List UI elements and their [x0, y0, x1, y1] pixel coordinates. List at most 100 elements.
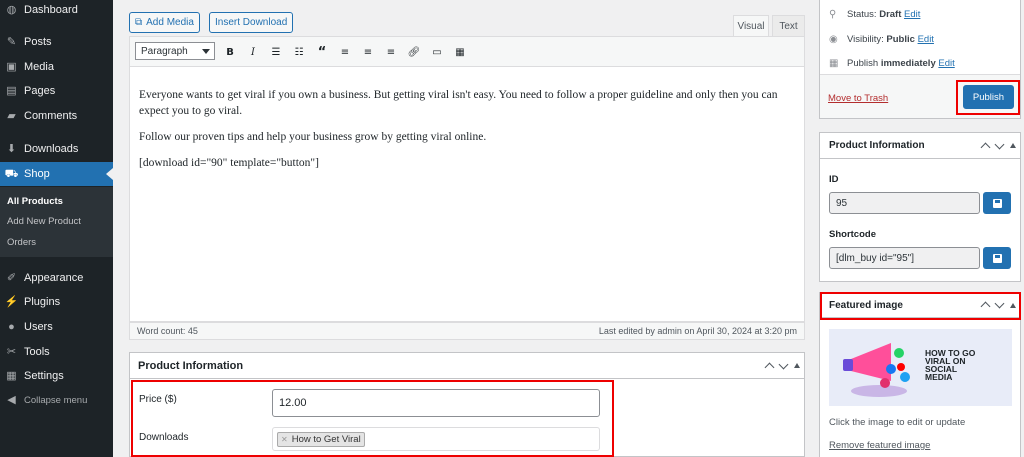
highlight-box — [956, 80, 1020, 115]
bullet-list-icon[interactable]: ☰ — [268, 44, 284, 60]
sidebar-item-users[interactable]: ● Users — [0, 315, 113, 339]
media-icon: ⧉ — [135, 17, 143, 28]
align-left-icon[interactable]: ≡ — [337, 44, 353, 60]
sidebar-item-tools[interactable]: ✂ Tools — [0, 340, 113, 364]
format-select-value: Paragraph — [141, 45, 188, 57]
numbered-list-icon[interactable]: ☷ — [291, 44, 307, 60]
shortcode-field[interactable]: [dlm_buy id="95"] — [829, 247, 980, 269]
media-icon: ▣ — [6, 60, 17, 73]
bold-icon[interactable]: B — [222, 44, 238, 60]
sidebar-item-label: Shop — [24, 168, 50, 180]
eye-icon: ◉ — [829, 34, 838, 45]
status-row: ⚲ Status: Draft Edit — [829, 9, 920, 20]
id-label: ID — [829, 174, 839, 185]
read-more-icon[interactable]: ▭ — [429, 44, 445, 60]
sidebar-item-plugins[interactable]: ⚡ Plugins — [0, 290, 113, 314]
copy-id-button[interactable] — [983, 192, 1011, 214]
status-label: Status: — [847, 9, 877, 20]
visibility-row: ◉ Visibility: Public Edit — [829, 34, 934, 45]
brush-icon: ✐ — [6, 271, 17, 284]
sidebar-item-label: Tools — [24, 346, 50, 358]
align-center-icon[interactable]: ≡ — [360, 44, 376, 60]
featured-image-caption: Click the image to edit or update — [829, 417, 966, 428]
schedule-label: Publish — [847, 58, 879, 69]
editor-statusbar: Word count: 45 Last edited by admin on A… — [129, 322, 805, 340]
sidebar-item-appearance[interactable]: ✐ Appearance — [0, 266, 113, 290]
content-paragraph: Everyone wants to get viral if you own a… — [139, 89, 778, 117]
highlight-box — [131, 380, 614, 457]
collapse-icon: ◀ — [7, 393, 16, 406]
pages-icon: ▤ — [6, 84, 17, 97]
visibility-edit-link[interactable]: Edit — [918, 34, 934, 45]
sidebar-item-label: Plugins — [24, 296, 61, 308]
tab-visual[interactable]: Visual — [733, 15, 769, 36]
calendar-icon: ▦ — [829, 58, 839, 69]
visibility-label: Visibility: — [847, 34, 884, 45]
plugin-icon: ⚡ — [4, 295, 19, 308]
sidebar-item-downloads[interactable]: ⬇ Downloads — [0, 137, 113, 161]
collapse-label: Collapse menu — [24, 394, 88, 406]
status-value: Draft — [879, 9, 902, 20]
settings-icon: ▦ — [6, 369, 17, 382]
box-title: Product Information — [829, 140, 925, 151]
side-product-information-header: Product Information — [820, 133, 1020, 159]
shop-submenu: All Products Add New Product Orders — [0, 187, 113, 257]
dashboard-icon: ◍ — [6, 3, 17, 16]
submenu-all-products[interactable]: All Products — [7, 196, 63, 207]
download-icon: ⬇ — [6, 142, 17, 155]
collapse-menu-button[interactable]: ◀ Collapse menu — [0, 388, 113, 412]
align-right-icon[interactable]: ≡ — [383, 44, 399, 60]
add-media-button[interactable]: ⧉ Add Media — [129, 12, 200, 33]
content-shortcode: [download id="90" template="button"] — [139, 157, 319, 169]
remove-featured-image-link[interactable]: Remove featured image — [829, 440, 930, 451]
sidebar-item-label: Posts — [24, 36, 52, 48]
sidebar-item-comments[interactable]: ▰ Comments — [0, 104, 113, 128]
editor-content[interactable]: Everyone wants to get viral if you own a… — [129, 66, 805, 322]
submenu-add-new-product[interactable]: Add New Product — [7, 216, 81, 227]
tab-text[interactable]: Text — [772, 15, 805, 36]
blockquote-icon[interactable]: “ — [314, 44, 330, 60]
toggle-panel-icon[interactable] — [1010, 143, 1016, 148]
copy-shortcode-button[interactable] — [983, 247, 1011, 269]
sidebar-item-label: Dashboard — [24, 4, 78, 16]
sidebar-item-dashboard[interactable]: ◍ Dashboard — [0, 0, 113, 22]
last-edited: Last edited by admin on April 30, 2024 a… — [598, 326, 797, 336]
schedule-value: immediately — [880, 58, 936, 69]
featured-image-title: HOW TO GO VIRAL ON SOCIAL MEDIA — [925, 348, 976, 382]
highlight-box — [820, 292, 1021, 320]
featured-image-thumbnail[interactable]: HOW TO GO VIRAL ON SOCIAL MEDIA — [829, 329, 1012, 406]
schedule-row: ▦ Publish immediately Edit — [829, 58, 955, 69]
id-field[interactable]: 95 — [829, 192, 980, 214]
insert-download-button[interactable]: Insert Download — [209, 12, 294, 33]
toolbar-toggle-icon[interactable]: ▦ — [452, 44, 468, 60]
toggle-panel-icon[interactable] — [794, 363, 800, 368]
chevron-up-icon[interactable] — [764, 362, 775, 372]
status-edit-link[interactable]: Edit — [904, 9, 920, 20]
shortcode-label: Shortcode — [829, 229, 876, 240]
cart-icon: ⛟ — [4, 167, 19, 180]
save-icon — [992, 253, 1002, 263]
box-title: Product Information — [138, 359, 244, 372]
sidebar-item-posts[interactable]: ✎ Posts — [0, 30, 113, 54]
chevron-down-icon[interactable] — [778, 359, 789, 369]
admin-sidebar: ◍ Dashboard ✎ Posts ▣ Media ▤ Pages ▰ Comment… — [0, 0, 113, 457]
chevron-down-icon[interactable] — [994, 139, 1005, 149]
sidebar-item-pages[interactable]: ▤ Pages — [0, 79, 113, 103]
sidebar-item-label: Media — [24, 61, 54, 73]
link-icon[interactable]: 🔗︎ — [406, 44, 422, 60]
sidebar-item-media[interactable]: ▣ Media — [0, 55, 113, 79]
product-information-header: Product Information — [130, 353, 804, 379]
schedule-edit-link[interactable]: Edit — [938, 58, 954, 69]
sidebar-item-shop[interactable]: ⛟ Shop — [0, 162, 113, 186]
sidebar-item-label: Comments — [24, 110, 78, 122]
format-select[interactable]: Paragraph — [135, 42, 215, 60]
italic-icon[interactable]: I — [245, 44, 261, 60]
word-count: Word count: 45 — [137, 326, 198, 336]
move-to-trash-link[interactable]: Move to Trash — [828, 93, 888, 104]
save-icon — [992, 198, 1002, 208]
sidebar-item-label: Pages — [24, 85, 56, 97]
sidebar-item-settings[interactable]: ▦ Settings — [0, 364, 113, 388]
chevron-up-icon[interactable] — [980, 142, 991, 152]
sidebar-item-label: Users — [24, 321, 53, 333]
submenu-orders[interactable]: Orders — [7, 237, 36, 248]
